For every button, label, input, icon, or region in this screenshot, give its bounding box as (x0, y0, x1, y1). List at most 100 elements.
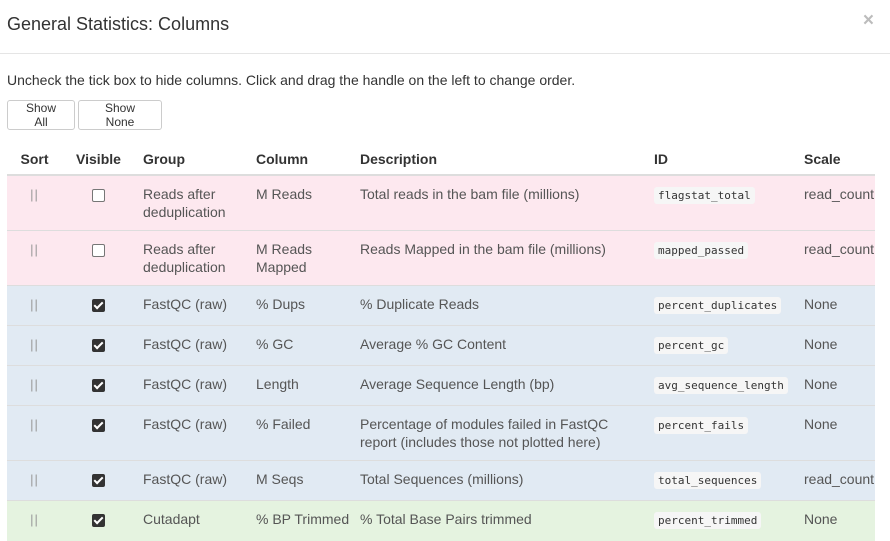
row-scale: None (796, 325, 875, 366)
table-row: || Cutadapt% BP Trimmed% Total Base Pairs… (7, 500, 875, 541)
row-visible-cell (62, 285, 135, 326)
row-column: % Dups (248, 285, 352, 326)
drag-handle-icon[interactable]: || (30, 297, 39, 312)
visible-checkbox[interactable] (92, 379, 105, 392)
row-column: % GC (248, 325, 352, 366)
row-sort-cell: || (7, 325, 62, 366)
row-description: Total Sequences (millions) (352, 460, 646, 501)
drag-handle-icon[interactable]: || (30, 187, 39, 202)
visible-checkbox[interactable] (92, 339, 105, 352)
row-scale: None (796, 365, 875, 406)
drag-handle-icon[interactable]: || (30, 377, 39, 392)
help-text: Uncheck the tick box to hide columns. Cl… (7, 72, 576, 88)
row-group: Reads after deduplication (135, 174, 248, 231)
row-visible-cell (62, 405, 135, 461)
header-visible: Visible (62, 144, 135, 176)
table-row: || FastQC (raw) M Seqs Total Sequences (mil… (7, 460, 875, 501)
row-scale: None (796, 405, 875, 461)
row-id-cell: percent_duplicates (646, 285, 796, 326)
visible-checkbox[interactable] (92, 299, 105, 312)
row-visible-cell (62, 325, 135, 366)
visible-checkbox[interactable] (92, 514, 105, 527)
row-group: FastQC (raw) (135, 460, 248, 501)
header-description: Description (352, 144, 646, 176)
row-id: percent_gc (654, 337, 729, 354)
close-icon[interactable]: × (863, 11, 874, 31)
table-header-row: Sort Visible Group Column Description ID… (7, 144, 875, 176)
row-scale: None (796, 285, 875, 326)
row-id: total_sequences (654, 472, 762, 489)
row-group: Cutadapt (135, 500, 248, 541)
visible-checkbox[interactable] (92, 244, 105, 257)
row-group: FastQC (raw) (135, 365, 248, 406)
row-column: M Seqs (248, 460, 352, 501)
table-row: || FastQC (raw) Length Average Sequence Len… (7, 365, 875, 406)
table-row: || Reads after deduplication M Reads Mappe… (7, 230, 875, 286)
row-id: percent_trimmed (654, 512, 762, 529)
row-sort-cell: || (7, 500, 62, 541)
header-scale: Scale (796, 144, 875, 176)
row-visible-cell (62, 365, 135, 406)
table-row: || FastQC (raw)% Failed Percentage of modu… (7, 405, 875, 461)
row-id: flagstat_total (654, 187, 755, 204)
modal-header: General Statistics: Columns × (0, 0, 890, 54)
modal-title: General Statistics: Columns (7, 14, 230, 34)
row-sort-cell: || (7, 230, 62, 286)
row-description: Reads Mapped in the bam file (millions) (352, 230, 646, 286)
show-none-button[interactable]: Show None (78, 100, 162, 130)
table-row: || FastQC (raw)% GC Average % GC Content pe… (7, 325, 875, 366)
row-id-cell: percent_gc (646, 325, 796, 366)
row-visible-cell (62, 174, 135, 231)
row-id-cell: avg_sequence_length (646, 365, 796, 406)
row-description: Average Sequence Length (bp) (352, 365, 646, 406)
row-description: Total reads in the bam file (millions) (352, 174, 646, 231)
row-column: M Reads Mapped (248, 230, 352, 286)
header-sort: Sort (7, 144, 62, 176)
row-id: avg_sequence_length (654, 377, 788, 394)
row-scale: None (796, 500, 875, 541)
row-id-cell: percent_trimmed (646, 500, 796, 541)
row-group: FastQC (raw) (135, 285, 248, 326)
row-group: FastQC (raw) (135, 405, 248, 461)
columns-modal: General Statistics: Columns × Uncheck th… (0, 0, 890, 541)
row-sort-cell: || (7, 405, 62, 461)
row-sort-cell: || (7, 365, 62, 406)
row-description: % Total Base Pairs trimmed (352, 500, 646, 541)
row-id: percent_duplicates (654, 297, 782, 314)
visible-checkbox[interactable] (92, 189, 105, 202)
header-group: Group (135, 144, 248, 176)
row-column: % BP Trimmed (248, 500, 352, 541)
visible-checkbox[interactable] (92, 474, 105, 487)
row-scale: read_count (796, 230, 875, 286)
row-id: percent_fails (654, 417, 749, 434)
drag-handle-icon[interactable]: || (30, 472, 39, 487)
row-column: % Failed (248, 405, 352, 461)
drag-handle-icon[interactable]: || (30, 417, 39, 432)
row-id: mapped_passed (654, 242, 749, 259)
row-visible-cell (62, 230, 135, 286)
row-id-cell: flagstat_total (646, 174, 796, 231)
visible-checkbox[interactable] (92, 419, 105, 432)
row-group: Reads after deduplication (135, 230, 248, 286)
row-scale: read_count (796, 174, 875, 231)
row-column: Length (248, 365, 352, 406)
header-column: Column (248, 144, 352, 176)
show-all-button[interactable]: Show All (7, 100, 75, 130)
drag-handle-icon[interactable]: || (30, 512, 39, 527)
row-sort-cell: || (7, 174, 62, 231)
header-id: ID (646, 144, 796, 176)
row-sort-cell: || (7, 285, 62, 326)
columns-table: Sort Visible Group Column Description ID… (7, 144, 875, 541)
drag-handle-icon[interactable]: || (30, 337, 39, 352)
row-sort-cell: || (7, 460, 62, 501)
row-description: Average % GC Content (352, 325, 646, 366)
row-group: FastQC (raw) (135, 325, 248, 366)
row-id-cell: mapped_passed (646, 230, 796, 286)
row-id-cell: percent_fails (646, 405, 796, 461)
drag-handle-icon[interactable]: || (30, 242, 39, 257)
table-row: || FastQC (raw)% Dups% Duplicate Reads per… (7, 285, 875, 326)
row-scale: read_count (796, 460, 875, 501)
row-description: Percentage of modules failed in FastQC r… (352, 405, 646, 461)
row-visible-cell (62, 460, 135, 501)
table-row: || Reads after deduplication M Reads Total … (7, 174, 875, 231)
